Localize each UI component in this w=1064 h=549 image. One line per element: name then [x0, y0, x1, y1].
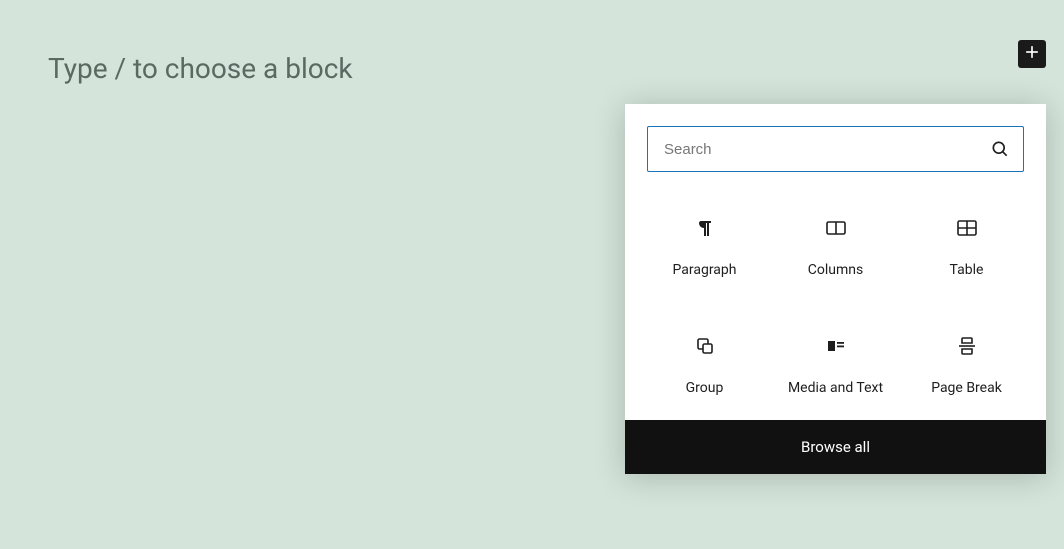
block-item-columns[interactable]: Columns	[770, 210, 901, 284]
block-item-group[interactable]: Group	[639, 328, 770, 402]
group-icon	[693, 334, 717, 358]
paragraph-icon	[693, 216, 717, 240]
browse-all-button[interactable]: Browse all	[625, 420, 1046, 474]
block-grid: Paragraph Columns Table	[625, 182, 1046, 420]
block-item-media-text[interactable]: Media and Text	[770, 328, 901, 402]
block-label: Page Break	[931, 380, 1002, 396]
columns-icon	[824, 216, 848, 240]
block-item-paragraph[interactable]: Paragraph	[639, 210, 770, 284]
media-text-icon	[824, 334, 848, 358]
block-item-page-break[interactable]: Page Break	[901, 328, 1032, 402]
block-placeholder-prompt[interactable]: Type / to choose a block	[48, 52, 353, 85]
page-break-icon	[955, 334, 979, 358]
block-label: Media and Text	[788, 380, 883, 396]
block-label: Table	[950, 262, 984, 278]
block-item-table[interactable]: Table	[901, 210, 1032, 284]
block-label: Group	[686, 380, 724, 396]
block-inserter-popover: Paragraph Columns Table	[625, 104, 1046, 474]
block-label: Columns	[808, 262, 863, 278]
plus-icon	[1022, 42, 1042, 66]
search-input[interactable]	[647, 126, 1024, 172]
table-icon	[955, 216, 979, 240]
block-label: Paragraph	[673, 262, 737, 278]
add-block-button[interactable]	[1018, 40, 1046, 68]
